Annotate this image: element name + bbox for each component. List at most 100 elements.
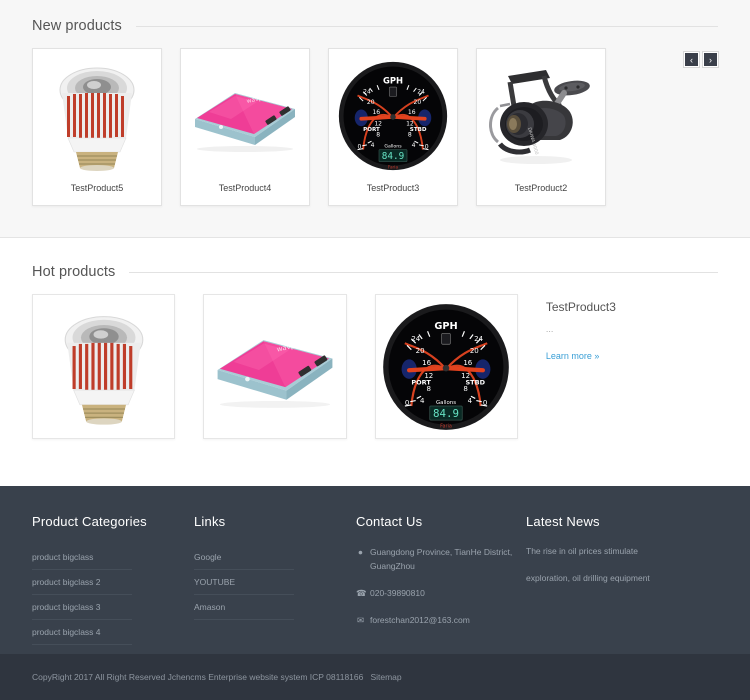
product-card[interactable]: DAIWA 4000 TestProduct2	[476, 48, 606, 206]
phone-icon: ☎	[356, 588, 367, 598]
svg-text:20: 20	[416, 345, 425, 354]
svg-text:Faria: Faria	[388, 164, 398, 169]
svg-text:84.9: 84.9	[433, 406, 459, 419]
new-products-grid: TestProduct5 wavp TestProduct4 GPH 24 24…	[30, 48, 720, 206]
footer-link-category[interactable]: product bigclass 2	[32, 570, 132, 595]
svg-text:GPH: GPH	[383, 75, 403, 85]
page-root: New products ‹ › TestProduct5 wavp TestP…	[0, 0, 750, 700]
gph-gauge-icon: GPH 24 24 20 20 16 16 12 12 8 8 4 4 0 0 …	[338, 61, 448, 171]
svg-text:STBD: STBD	[466, 378, 486, 386]
svg-text:16: 16	[464, 357, 473, 366]
product-thumbnail: DAIWA 4000	[482, 55, 600, 177]
hot-product-detail: TestProduct3 ... Learn more »	[546, 294, 720, 364]
footer-heading: Links	[194, 514, 226, 529]
footer-link-external[interactable]: Amason	[194, 595, 294, 620]
pink-device-icon: wavp	[195, 93, 295, 152]
led-bulb-icon	[59, 67, 135, 171]
hot-products-section: Hot products wavp GPH 24 24 20 20 16 16 …	[0, 238, 750, 486]
product-card[interactable]: TestProduct5	[32, 48, 162, 206]
footer-heading: Latest News	[526, 514, 600, 529]
svg-text:PORT: PORT	[363, 127, 380, 133]
copyright-bar: CopyRight 2017 All Right Reserved Jchenc…	[0, 654, 750, 700]
footer-columns: Product Categories product bigclass prod…	[30, 514, 720, 645]
svg-text:4: 4	[468, 395, 473, 404]
product-card[interactable]: wavp TestProduct4	[180, 48, 310, 206]
product-thumbnail	[38, 55, 156, 177]
new-products-heading: New products	[30, 18, 720, 34]
svg-text:4: 4	[371, 142, 375, 149]
svg-text:PORT: PORT	[412, 378, 432, 386]
carousel-next-icon[interactable]: ›	[703, 52, 718, 67]
carousel-arrows: ‹ ›	[684, 52, 718, 67]
section-title: New products	[32, 18, 122, 34]
section-title: Hot products	[32, 264, 116, 280]
sitemap-link[interactable]: Sitemap	[370, 672, 401, 682]
news-item[interactable]: exploration, oil drilling equipment	[526, 572, 711, 585]
svg-text:84.9: 84.9	[382, 151, 404, 162]
heading-rule	[135, 25, 718, 27]
svg-text:Gallons: Gallons	[384, 144, 402, 150]
svg-text:Faria: Faria	[440, 423, 452, 429]
svg-text:20: 20	[414, 99, 422, 106]
copyright-text: CopyRight 2017 All Right Reserved Jchenc…	[32, 672, 364, 682]
product-card[interactable]: GPH 24 24 20 20 16 16 12 12 8 8 4 4 0 0 …	[328, 48, 458, 206]
product-name: TestProduct4	[218, 183, 272, 193]
product-name: TestProduct2	[514, 183, 568, 193]
footer-column-product-categories: Product Categories product bigclass prod…	[32, 514, 194, 645]
hot-product-title: TestProduct3	[545, 300, 616, 314]
contact-email-row: ✉ forestchan2012@163.com	[356, 613, 526, 627]
contact-phone-row: ☎ 020-39890810	[356, 586, 526, 600]
carousel-prev-icon[interactable]: ‹	[684, 52, 699, 67]
product-name: TestProduct5	[70, 183, 124, 193]
svg-text:4: 4	[412, 142, 416, 149]
learn-more-link[interactable]: Learn more »	[546, 351, 600, 361]
hot-product-card[interactable]	[32, 294, 176, 439]
site-footer: Product Categories product bigclass prod…	[0, 486, 750, 654]
product-thumbnail: GPH 24 24 20 20 16 16 12 12 8 8 4 4 0 0 …	[334, 55, 452, 177]
news-item[interactable]: The rise in oil prices stimulate	[526, 545, 711, 558]
svg-text:24: 24	[417, 89, 425, 96]
svg-text:16: 16	[372, 109, 380, 116]
footer-link-category[interactable]: product bigclass 4	[32, 620, 132, 645]
heading-rule	[129, 271, 718, 273]
footer-column-links: Links Google YOUTUBE Amason	[194, 514, 356, 645]
new-products-inner: New products ‹ › TestProduct5 wavp TestP…	[30, 18, 720, 206]
hot-product-description: ...	[545, 324, 554, 334]
envelope-icon: ✉	[356, 615, 365, 625]
svg-text:4: 4	[420, 395, 425, 404]
fishing-reel-icon: DAIWA 4000	[489, 70, 590, 164]
svg-text:24: 24	[474, 334, 483, 343]
footer-link-category[interactable]: product bigclass 3	[32, 595, 132, 620]
svg-text:0: 0	[483, 397, 487, 406]
svg-text:24: 24	[363, 89, 371, 96]
svg-text:GPH: GPH	[435, 321, 458, 332]
svg-text:20: 20	[367, 99, 375, 106]
svg-text:16: 16	[408, 109, 416, 116]
contact-address: Guangdong Province, TianHe District, Gua…	[370, 547, 513, 571]
svg-text:0: 0	[358, 144, 362, 151]
contact-phone: 020-39890810	[370, 588, 425, 598]
footer-column-contact: Contact Us ● Guangdong Province, TianHe …	[356, 514, 526, 645]
location-pin-icon: ●	[357, 547, 364, 557]
product-name: TestProduct3	[366, 183, 420, 193]
svg-text:Gallons: Gallons	[436, 399, 456, 405]
svg-text:0: 0	[425, 144, 429, 151]
hot-product-card[interactable]: GPH 24 24 20 20 16 16 12 12 8 8 4 4 0 0 …	[374, 294, 518, 439]
contact-email[interactable]: forestchan2012@163.com	[370, 613, 470, 627]
new-products-section: New products ‹ › TestProduct5 wavp TestP…	[0, 0, 750, 238]
footer-heading: Contact Us	[356, 514, 423, 529]
svg-text:16: 16	[422, 357, 431, 366]
footer-link-external[interactable]: Google	[194, 545, 294, 570]
hot-products-heading: Hot products	[30, 264, 720, 280]
footer-link-category[interactable]: product bigclass	[32, 545, 132, 570]
svg-text:STBD: STBD	[410, 127, 427, 133]
contact-address-row: ● Guangdong Province, TianHe District, G…	[356, 545, 526, 573]
hot-products-inner: Hot products wavp GPH 24 24 20 20 16 16 …	[30, 264, 720, 439]
gph-gauge-icon: GPH 24 24 20 20 16 16 12 12 8 8 4 4 0 0 …	[383, 303, 510, 430]
footer-link-external[interactable]: YOUTUBE	[194, 570, 294, 595]
hot-product-card[interactable]: wavp	[203, 294, 347, 439]
svg-text:20: 20	[470, 345, 479, 354]
hot-products-grid: wavp GPH 24 24 20 20 16 16 12 12 8 8 4 4…	[30, 294, 720, 439]
footer-heading: Product Categories	[32, 514, 147, 529]
footer-column-latest-news: Latest News The rise in oil prices stimu…	[526, 514, 711, 645]
